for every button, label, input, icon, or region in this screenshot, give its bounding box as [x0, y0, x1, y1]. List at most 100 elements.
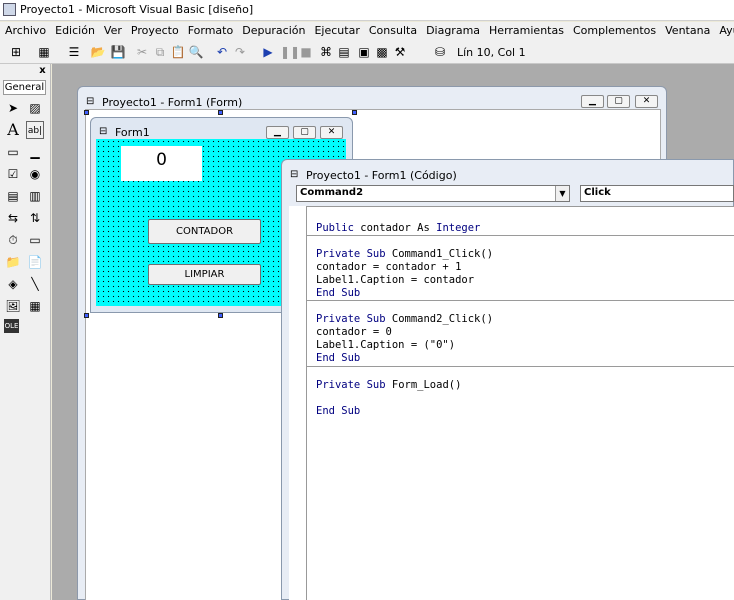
form1-title: Form1 — [115, 126, 150, 139]
toolbox-general-tab[interactable]: General — [3, 80, 46, 95]
object-browser-icon[interactable]: ▩ — [374, 44, 390, 60]
code-line: Label1.Caption = ("0") — [316, 339, 456, 351]
procedure-combo-value: Click — [584, 187, 611, 198]
menu-archivo[interactable]: Archivo — [0, 22, 50, 41]
shape-tool-icon[interactable]: ◈ — [4, 275, 22, 293]
form1-close-button[interactable]: ✕ — [320, 126, 343, 139]
copy-icon[interactable]: ⧉ — [152, 44, 168, 60]
resize-handle-s[interactable] — [218, 313, 223, 318]
menu-edicion[interactable]: Edición — [50, 22, 99, 41]
vb-app-icon — [3, 3, 16, 16]
redo-icon[interactable]: ↷ — [232, 44, 248, 60]
menu-ventana[interactable]: Ventana — [660, 22, 714, 41]
pause-icon[interactable]: ❚❚ — [280, 44, 300, 60]
combobox-tool-icon[interactable]: ▤ — [4, 187, 22, 205]
menu-ver[interactable]: Ver — [99, 22, 126, 41]
run-icon[interactable]: ▶ — [260, 44, 276, 60]
data-tool-icon[interactable]: ▦ — [26, 297, 44, 315]
form1-window-icon: ⊟ — [99, 126, 108, 137]
menu-ejecutar[interactable]: Ejecutar — [309, 22, 363, 41]
menu-ayuda[interactable]: Ayuda — [714, 22, 734, 41]
picturebox-icon[interactable]: ▨ — [26, 99, 44, 117]
form1-maximize-button[interactable]: ▢ — [293, 126, 316, 139]
code-margin — [289, 206, 307, 600]
object-combo-value: Command2 — [300, 187, 364, 198]
menu-editor-icon[interactable]: ☰ — [66, 44, 82, 60]
dirlistbox-tool-icon[interactable]: 📁 — [4, 253, 22, 271]
designer-minimize-button[interactable]: ▁ — [581, 95, 604, 108]
textbox-tool-icon[interactable]: ab| — [26, 121, 44, 139]
standard-toolbar: ⊞ ▦ ☰ 📂 💾 ✂ ⧉ 📋 🔍 ↶ ↷ ▶ ❚❚ ■ ⌘ ▤ ▣ ▩ ⚒ ⛁ — [0, 41, 734, 64]
filelistbox-tool-icon[interactable]: 📄 — [26, 253, 44, 271]
resize-handle-n[interactable] — [218, 110, 223, 115]
object-combo[interactable]: Command2 ▼ — [296, 185, 570, 202]
menu-complementos[interactable]: Complementos — [568, 22, 660, 41]
ole-tool-icon[interactable]: OLE — [4, 319, 19, 333]
code-line: Private Sub Command1_Click() — [316, 248, 494, 260]
code-line: contador = 0 — [316, 326, 392, 338]
image-tool-icon[interactable]: 🖼 — [4, 297, 22, 315]
procedure-separator — [307, 300, 734, 301]
menu-bar: Archivo Edición Ver Proyecto Formato Dep… — [0, 22, 734, 41]
procedure-separator — [307, 366, 734, 367]
checkbox-tool-icon[interactable]: ☑ — [4, 165, 22, 183]
code-line: End Sub — [316, 287, 361, 299]
code-window-icon: ⊟ — [290, 169, 299, 180]
save-icon[interactable]: 💾 — [110, 44, 126, 60]
code-line: End Sub — [316, 352, 361, 364]
frame-tool-icon[interactable]: ▭ — [4, 143, 22, 161]
designer-title: Proyecto1 - Form1 (Form) — [102, 96, 243, 109]
data-view-icon[interactable]: ⛁ — [432, 44, 448, 60]
vscrollbar-tool-icon[interactable]: ⇅ — [26, 209, 44, 227]
open-folder-icon[interactable]: 📂 — [90, 44, 106, 60]
add-project-icon[interactable]: ⊞ — [8, 44, 24, 60]
designer-close-button[interactable]: ✕ — [635, 95, 658, 108]
project-explorer-icon[interactable]: ⌘ — [318, 44, 334, 60]
optionbutton-tool-icon[interactable]: ◉ — [26, 165, 44, 183]
resize-handle-ne[interactable] — [352, 110, 357, 115]
limpiar-button[interactable]: LIMPIAR — [148, 264, 261, 285]
cut-icon[interactable]: ✂ — [134, 44, 150, 60]
menu-diagrama[interactable]: Diagrama — [421, 22, 484, 41]
paste-icon[interactable]: 📋 — [170, 44, 186, 60]
add-form-icon[interactable]: ▦ — [36, 44, 52, 60]
menu-formato[interactable]: Formato — [183, 22, 238, 41]
properties-window-icon[interactable]: ▤ — [336, 44, 352, 60]
code-line: contador = contador + 1 — [316, 261, 462, 273]
hscrollbar-tool-icon[interactable]: ⇆ — [4, 209, 22, 227]
form-layout-icon[interactable]: ▣ — [356, 44, 372, 60]
code-line: Private Sub Command2_Click() — [316, 313, 494, 325]
toolbox-close-button[interactable]: x — [37, 66, 48, 77]
code-line: Public contador As Integer — [316, 222, 481, 234]
title-bar: Proyecto1 - Microsoft Visual Basic [dise… — [0, 0, 734, 21]
procedure-combo[interactable]: Click — [580, 185, 734, 202]
timer-tool-icon[interactable]: ⏱ — [4, 231, 22, 249]
code-line: End Sub — [316, 405, 361, 417]
listbox-tool-icon[interactable]: ▥ — [26, 187, 44, 205]
undo-icon[interactable]: ↶ — [214, 44, 230, 60]
toolbox-icon[interactable]: ⚒ — [392, 44, 408, 60]
menu-herramientas[interactable]: Herramientas — [484, 22, 568, 41]
find-icon[interactable]: 🔍 — [188, 44, 204, 60]
resize-handle-nw[interactable] — [84, 110, 89, 115]
window-title: Proyecto1 - Microsoft Visual Basic [dise… — [20, 3, 254, 16]
cursor-position: Lín 10, Col 1 — [457, 46, 526, 59]
line-tool-icon[interactable]: ╲ — [26, 275, 44, 293]
menu-proyecto[interactable]: Proyecto — [126, 22, 183, 41]
code-line: Private Sub Form_Load() — [316, 379, 462, 391]
designer-maximize-button[interactable]: ▢ — [607, 95, 630, 108]
menu-depuracion[interactable]: Depuración — [237, 22, 309, 41]
code-window-title: Proyecto1 - Form1 (Código) — [306, 169, 457, 182]
contador-button[interactable]: CONTADOR — [148, 219, 261, 244]
menu-consulta[interactable]: Consulta — [364, 22, 421, 41]
pointer-icon[interactable]: ➤ — [4, 99, 22, 117]
chevron-down-icon[interactable]: ▼ — [555, 186, 569, 201]
label-tool-icon[interactable]: A — [4, 121, 22, 139]
commandbutton-tool-icon[interactable]: ▁ — [26, 143, 44, 161]
drivelistbox-tool-icon[interactable]: ▭ — [26, 231, 44, 249]
label1[interactable]: 0 — [121, 146, 202, 181]
stop-icon[interactable]: ■ — [298, 44, 314, 60]
resize-handle-sw[interactable] — [84, 313, 89, 318]
designer-window-icon: ⊟ — [86, 96, 95, 107]
form1-minimize-button[interactable]: ▁ — [266, 126, 289, 139]
